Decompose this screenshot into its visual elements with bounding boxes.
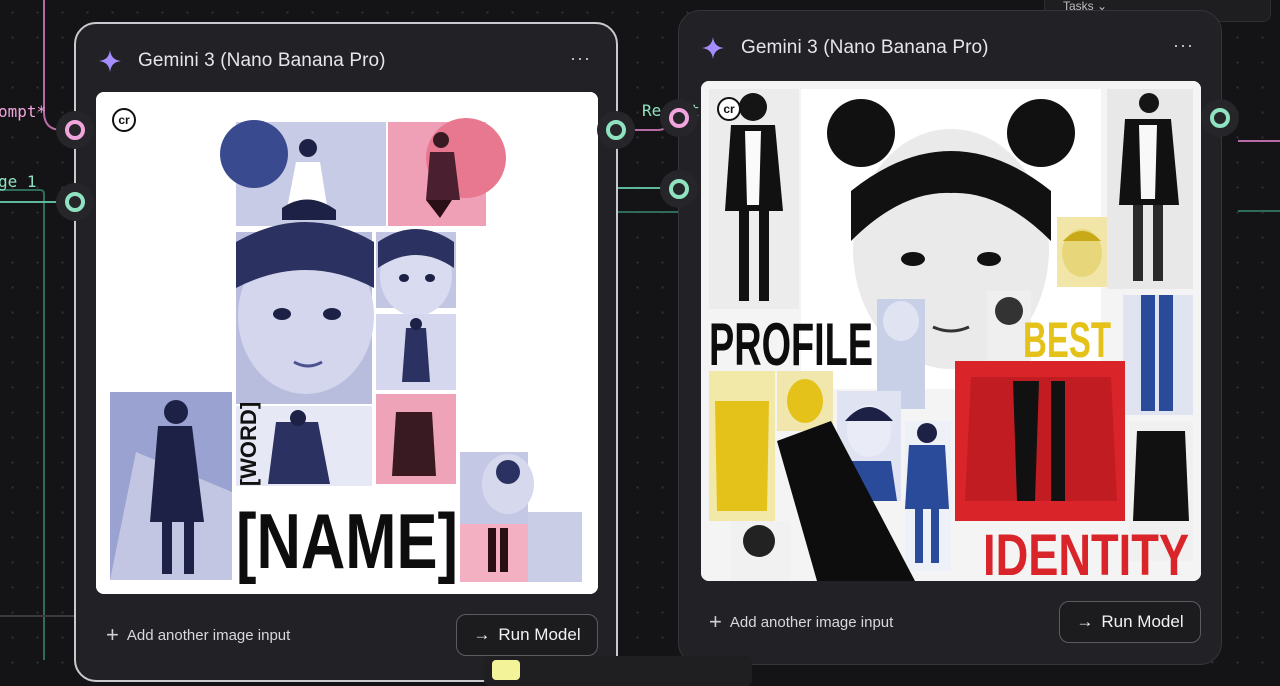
collage-profile-image: PROFILE BEST IDENTITY cr xyxy=(701,81,1201,581)
image-input-port-right[interactable] xyxy=(660,170,698,208)
add-image-input-label: Add another image input xyxy=(126,626,291,644)
output-image: [WORD] [NAME] cr xyxy=(96,92,598,594)
bottom-toolbar[interactable] xyxy=(484,656,752,686)
node-title: Gemini 3 (Nano Banana Pro) xyxy=(741,37,989,58)
add-image-input-button[interactable]: + Add another image input xyxy=(709,611,893,633)
node-header[interactable]: Gemini 3 (Nano Banana Pro) ··· xyxy=(679,11,1221,81)
node-header[interactable]: Gemini 3 (Nano Banana Pro) ··· xyxy=(76,24,616,94)
toolbar-chip[interactable] xyxy=(492,660,520,680)
collage-name-image: [WORD] [NAME] cr xyxy=(96,92,598,594)
run-model-button[interactable]: → Run Model xyxy=(1059,601,1201,643)
identity-label: IDENTITY xyxy=(983,523,1189,581)
sparkle-icon xyxy=(702,37,724,59)
gemini-node-right[interactable]: Gemini 3 (Nano Banana Pro) ··· PROFILE B… xyxy=(678,10,1222,665)
sparkle-icon xyxy=(99,50,121,72)
plus-icon: + xyxy=(709,609,722,634)
prompt-input-port-right[interactable] xyxy=(660,99,698,137)
add-image-input-label: Add another image input xyxy=(729,613,894,631)
prompt-input-port[interactable] xyxy=(56,111,94,149)
run-model-label: Run Model xyxy=(498,625,581,644)
output-image: PROFILE BEST IDENTITY cr xyxy=(701,81,1201,581)
name-label: [NAME] xyxy=(236,497,458,585)
run-model-label: Run Model xyxy=(1101,612,1184,631)
cr-logo: cr xyxy=(723,102,735,116)
prompt-port-label: ompt* xyxy=(0,102,47,121)
word-label: [WORD] xyxy=(236,402,261,486)
ellipsis-icon[interactable]: ··· xyxy=(1173,35,1194,56)
image-input-port[interactable] xyxy=(56,183,94,221)
result-output-port-right[interactable] xyxy=(1201,99,1239,137)
cr-logo: cr xyxy=(118,113,130,127)
run-model-button[interactable]: → Run Model xyxy=(456,614,598,656)
best-label: BEST xyxy=(1023,312,1111,368)
result-output-port[interactable] xyxy=(597,111,635,149)
add-image-input-button[interactable]: + Add another image input xyxy=(106,624,290,646)
arrow-right-icon: → xyxy=(1076,612,1094,631)
node-title: Gemini 3 (Nano Banana Pro) xyxy=(138,50,386,71)
arrow-right-icon: → xyxy=(473,625,491,644)
image-port-label: ge 1 xyxy=(0,172,37,191)
gemini-node-left[interactable]: Gemini 3 (Nano Banana Pro) ··· [WORD] [N… xyxy=(74,22,618,682)
ellipsis-icon[interactable]: ··· xyxy=(570,48,591,69)
plus-icon: + xyxy=(106,622,119,647)
profile-label: PROFILE xyxy=(709,311,873,378)
